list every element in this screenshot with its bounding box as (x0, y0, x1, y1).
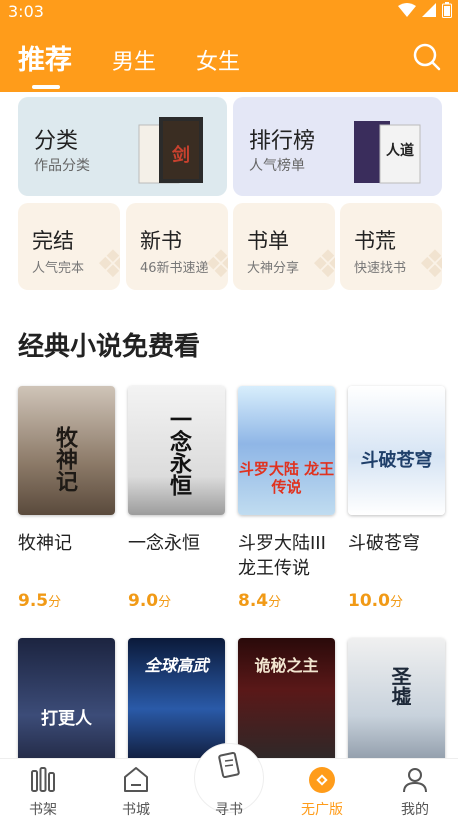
ranking-subtitle: 人气榜单 (249, 158, 305, 174)
new-books-subtitle: 46新书速递 (140, 261, 209, 276)
book-cover[interactable]: 斗破苍穹 (348, 386, 445, 515)
ad-free-icon (309, 767, 335, 793)
book-score: 9.0分 (128, 591, 172, 611)
booklist-title: 书单 (247, 229, 289, 253)
book-card[interactable]: 牧神记 牧神记 9.5分 (18, 386, 115, 611)
nav-label: 书架 (29, 802, 57, 818)
section-title: 经典小说免费看 (18, 332, 201, 362)
ranking-card[interactable]: 排行榜 人气榜单 人道 (233, 97, 442, 196)
tab-female[interactable]: 女生 (196, 44, 240, 76)
book-card[interactable]: 诡秘之主 (238, 638, 335, 767)
bookstore-icon (124, 767, 148, 792)
status-icons (398, 2, 452, 18)
book-shortage-card[interactable]: ❖ 书荒 快速找书 (340, 203, 442, 290)
tab-male[interactable]: 男生 (112, 44, 156, 76)
wifi-icon (398, 3, 416, 17)
book-cover[interactable]: 一念永恒 (128, 386, 225, 515)
channel-tabs: 推荐 男生 女生 (18, 38, 240, 89)
card-decoration: ❖ (417, 242, 442, 286)
books-stack-icon: 剑 (138, 117, 203, 184)
bottom-nav: 书架 书城 寻书 无广版 我的 (0, 743, 458, 820)
finished-card[interactable]: ❖ 完结 人气完本 (18, 203, 120, 290)
books-stack-icon: 人道 (354, 121, 421, 184)
cover-title: 全球高武 (144, 656, 209, 675)
book-card[interactable]: 一念永恒 一念永恒 9.0分 (128, 386, 225, 611)
category-card[interactable]: 分类 作品分类 剑 (18, 97, 227, 196)
category-title: 分类 (34, 129, 79, 154)
book-score: 9.5分 (18, 591, 62, 611)
book-card[interactable]: 打更人 (18, 638, 115, 767)
book-title[interactable]: 牧神记 (18, 531, 115, 581)
book-card[interactable]: 斗罗大陆 龙王传说 斗罗大陆III龙王传说 8.4分 (238, 386, 335, 611)
cover-title: 牧神记 (52, 426, 77, 492)
book-title[interactable]: 一念永恒 (128, 531, 225, 581)
book-cover[interactable]: 斗罗大陆 龙王传说 (238, 386, 335, 515)
tab-recommend[interactable]: 推荐 (18, 38, 72, 89)
book-title[interactable]: 斗罗大陆III龙王传说 (238, 531, 335, 581)
cover-title: 打更人 (41, 709, 92, 729)
ranking-title: 排行榜 (249, 129, 316, 154)
new-books-title: 新书 (140, 229, 182, 253)
book-cover[interactable]: 打更人 (18, 638, 115, 767)
book-score: 8.4分 (238, 591, 282, 611)
cover-title: 圣墟 (388, 666, 412, 706)
book-title[interactable]: 斗破苍穹 (348, 531, 445, 581)
svg-text:人道: 人道 (386, 142, 414, 159)
svg-text:剑: 剑 (171, 144, 190, 166)
finished-subtitle: 人气完本 (32, 261, 85, 276)
category-subtitle: 作品分类 (34, 158, 90, 174)
book-cover[interactable]: 牧神记 (18, 386, 115, 515)
book-shortage-subtitle: 快速找书 (354, 261, 407, 276)
cover-title: 一念永恒 (166, 408, 191, 496)
search-icon[interactable] (412, 42, 442, 72)
card-decoration: ❖ (95, 242, 120, 286)
cover-title: 诡秘之主 (254, 656, 319, 675)
nav-label: 寻书 (215, 802, 243, 818)
booklist-subtitle: 大神分享 (247, 261, 300, 276)
bookshelf-icon (31, 767, 55, 792)
new-books-card[interactable]: ❖ 新书 46新书速递 (126, 203, 228, 290)
booklist-card[interactable]: ❖ 书单 大神分享 (233, 203, 335, 290)
top-header: 3:03 推荐 男生 女生 (0, 0, 458, 92)
book-cover[interactable]: 圣墟 (348, 638, 445, 767)
cover-title: 斗破苍穹 (360, 450, 433, 471)
status-time: 3:03 (8, 2, 44, 21)
finished-title: 完结 (32, 229, 74, 253)
find-book-icon (218, 751, 240, 779)
cover-title: 斗罗大陆 龙王传说 (238, 460, 335, 496)
book-cover[interactable]: 诡秘之主 (238, 638, 335, 767)
book-card[interactable]: 斗破苍穹 斗破苍穹 10.0分 (348, 386, 445, 611)
book-card[interactable]: 圣墟 (348, 638, 445, 767)
nav-label: 书城 (122, 802, 150, 818)
battery-icon (442, 2, 452, 18)
signal-icon (422, 3, 436, 17)
nav-label: 我的 (401, 802, 429, 818)
book-shortage-title: 书荒 (354, 229, 396, 253)
book-score: 10.0分 (348, 591, 403, 611)
profile-icon (403, 768, 427, 793)
nav-label: 无广版 (301, 802, 343, 818)
card-decoration: ❖ (310, 242, 335, 286)
